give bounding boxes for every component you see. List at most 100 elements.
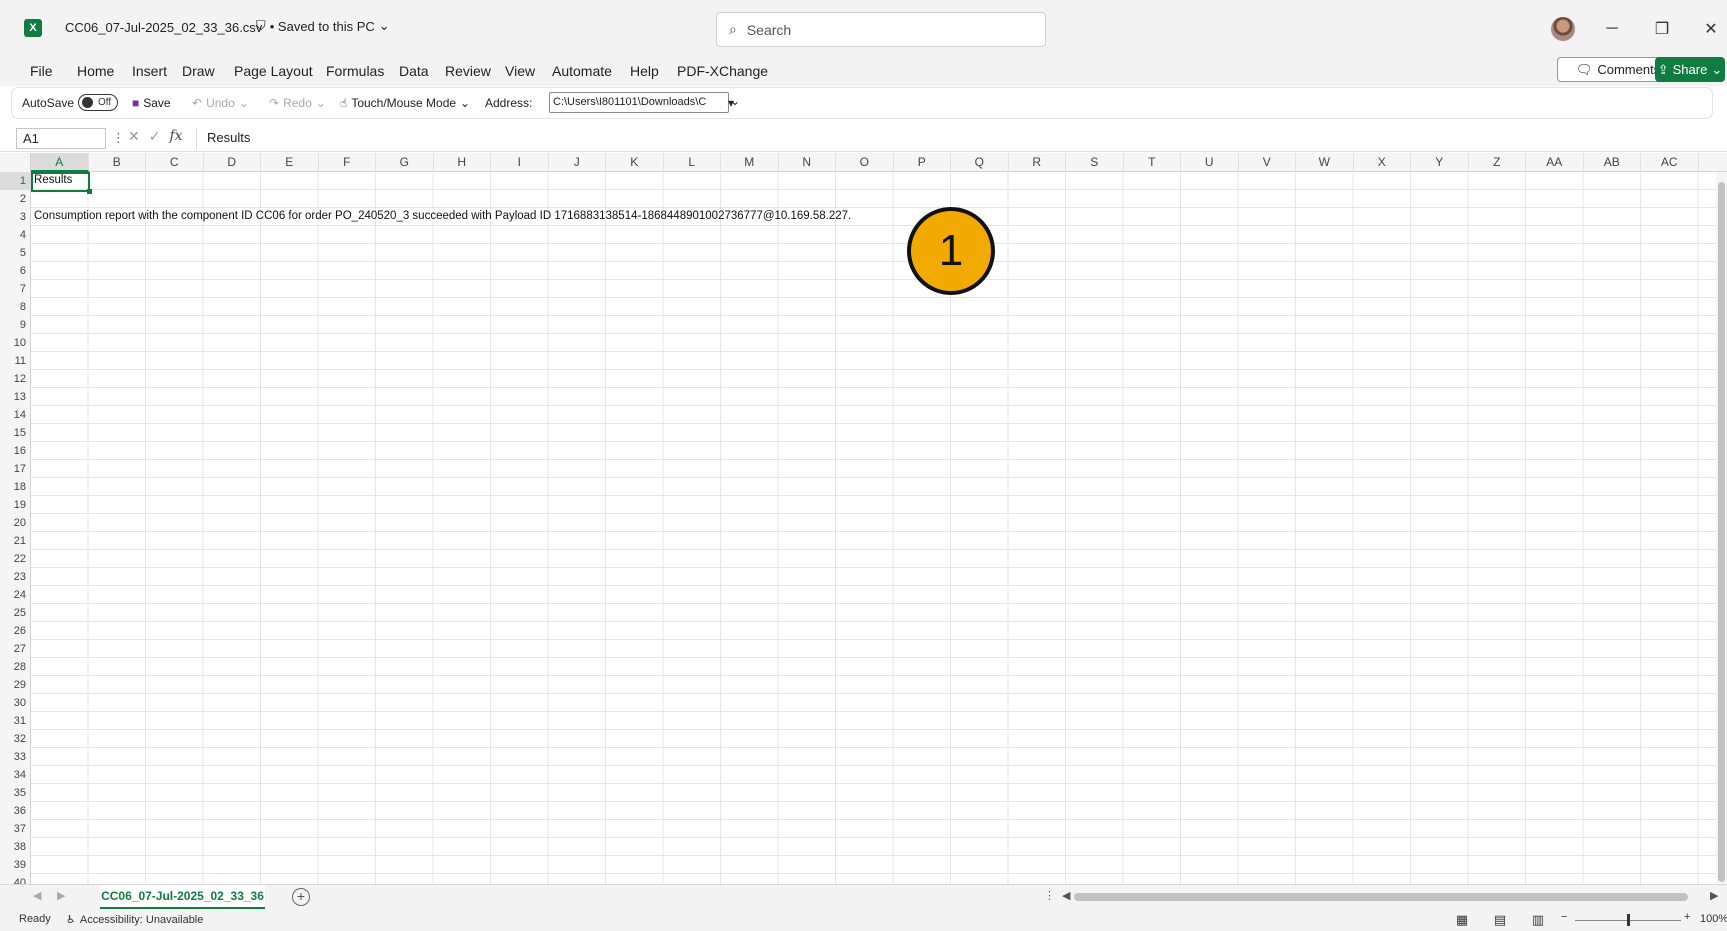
touch-mouse-mode-button[interactable]: ☝ Touch/Mouse Mode ⌄ — [340, 96, 470, 110]
close-button[interactable]: ✕ — [1696, 14, 1726, 44]
function-icon[interactable]: fx — [169, 128, 182, 145]
row-header[interactable]: 1 — [0, 172, 31, 190]
column-header[interactable]: Q — [951, 153, 1009, 172]
scroll-left-icon[interactable]: ◀ — [1062, 889, 1070, 902]
column-header[interactable]: J — [549, 153, 606, 172]
row-header[interactable]: 9 — [0, 316, 31, 334]
column-header[interactable]: F — [319, 153, 376, 172]
row-header[interactable]: 13 — [0, 388, 31, 406]
row-header[interactable]: 18 — [0, 478, 31, 496]
restore-button[interactable]: ❐ — [1647, 14, 1677, 44]
row-header[interactable]: 35 — [0, 784, 31, 802]
tab-view[interactable]: View — [505, 63, 535, 79]
next-sheet-icon[interactable]: ▶ — [57, 889, 65, 902]
row-header[interactable]: 24 — [0, 586, 31, 604]
column-header[interactable]: A — [31, 153, 89, 172]
row-header[interactable]: 5 — [0, 244, 31, 262]
normal-view-icon[interactable]: ▦ — [1451, 912, 1473, 928]
tab-file[interactable]: File — [30, 63, 53, 79]
search-box[interactable]: ⌕ Search — [716, 12, 1046, 47]
column-header[interactable]: D — [204, 153, 261, 172]
accessibility-status[interactable]: ♿ Accessibility: Unavailable — [66, 913, 203, 927]
cell-a3[interactable]: Consumption report with the component ID… — [34, 210, 851, 222]
row-header[interactable]: 17 — [0, 460, 31, 478]
address-input[interactable]: C:\Users\I801101\Downloads\C — [549, 92, 729, 113]
tab-insert[interactable]: Insert — [132, 63, 167, 79]
column-header[interactable]: N — [779, 153, 836, 172]
column-header[interactable]: U — [1181, 153, 1239, 172]
select-all-corner[interactable] — [0, 153, 31, 172]
more-icon[interactable]: ⋮ — [1044, 889, 1055, 902]
column-header[interactable]: S — [1066, 153, 1124, 172]
row-header[interactable]: 23 — [0, 568, 31, 586]
scroll-right-icon[interactable]: ▶ — [1710, 889, 1718, 902]
tab-draw[interactable]: Draw — [182, 63, 215, 79]
row-header[interactable]: 37 — [0, 820, 31, 838]
column-header[interactable]: AC — [1641, 153, 1699, 172]
column-header[interactable]: AB — [1584, 153, 1641, 172]
row-header[interactable]: 12 — [0, 370, 31, 388]
row-header[interactable]: 14 — [0, 406, 31, 424]
minimize-button[interactable]: ─ — [1597, 14, 1627, 44]
page-layout-view-icon[interactable]: ▤ — [1489, 912, 1511, 928]
tab-data[interactable]: Data — [399, 63, 429, 79]
name-box[interactable]: A1 — [16, 128, 106, 149]
row-header[interactable]: 32 — [0, 730, 31, 748]
save-status[interactable]: ⛉ • Saved to this PC ⌄ — [256, 18, 390, 34]
column-header[interactable]: V — [1239, 153, 1296, 172]
column-header[interactable]: K — [606, 153, 664, 172]
column-header[interactable]: M — [721, 153, 779, 172]
column-header[interactable]: O — [836, 153, 894, 172]
row-header[interactable]: 38 — [0, 838, 31, 856]
tab-home[interactable]: Home — [77, 63, 114, 79]
vertical-scroll-thumb[interactable] — [1718, 182, 1725, 882]
avatar[interactable] — [1551, 17, 1575, 41]
row-header[interactable]: 30 — [0, 694, 31, 712]
column-header[interactable]: E — [261, 153, 319, 172]
tab-review[interactable]: Review — [445, 63, 491, 79]
column-header[interactable]: H — [434, 153, 491, 172]
column-header[interactable]: AA — [1526, 153, 1584, 172]
row-header[interactable]: 21 — [0, 532, 31, 550]
column-header[interactable]: R — [1009, 153, 1066, 172]
column-header[interactable]: C — [146, 153, 204, 172]
row-header[interactable]: 8 — [0, 298, 31, 316]
row-header[interactable]: 10 — [0, 334, 31, 352]
row-header[interactable]: 7 — [0, 280, 31, 298]
column-header[interactable]: P — [894, 153, 951, 172]
column-header[interactable]: G — [376, 153, 434, 172]
tab-help[interactable]: Help — [630, 63, 659, 79]
row-header[interactable]: 28 — [0, 658, 31, 676]
column-header[interactable]: T — [1124, 153, 1181, 172]
row-header[interactable]: 34 — [0, 766, 31, 784]
row-header[interactable]: 4 — [0, 226, 31, 244]
more-icon[interactable]: ⋮ — [112, 130, 125, 146]
zoom-out-button[interactable]: − — [1561, 911, 1567, 923]
row-header[interactable]: 15 — [0, 424, 31, 442]
row-header[interactable]: 39 — [0, 856, 31, 874]
column-header[interactable]: L — [664, 153, 721, 172]
column-header[interactable]: Z — [1469, 153, 1526, 172]
row-header[interactable]: 3 — [0, 208, 31, 226]
document-title[interactable]: CC06_07-Jul-2025_02_33_36.csv — [65, 20, 262, 35]
row-header[interactable]: 26 — [0, 622, 31, 640]
check-icon[interactable]: ✓ — [149, 128, 161, 145]
column-header[interactable]: Y — [1411, 153, 1469, 172]
tab-automate[interactable]: Automate — [552, 63, 612, 79]
undo-button[interactable]: ↶ Undo ⌄ — [192, 96, 249, 110]
row-header[interactable]: 20 — [0, 514, 31, 532]
zoom-level[interactable]: 100% — [1700, 913, 1727, 925]
tab-pdf-xchange[interactable]: PDF-XChange — [677, 63, 768, 79]
row-header[interactable]: 27 — [0, 640, 31, 658]
redo-button[interactable]: ↷ Redo ⌄ — [269, 96, 326, 110]
cancel-icon[interactable]: ✕ — [128, 128, 140, 145]
column-header[interactable]: X — [1354, 153, 1411, 172]
prev-sheet-icon[interactable]: ◀ — [33, 889, 41, 902]
row-header[interactable]: 11 — [0, 352, 31, 370]
column-header[interactable]: W — [1296, 153, 1354, 172]
save-button[interactable]: ■ Save — [132, 96, 171, 110]
row-header[interactable]: 29 — [0, 676, 31, 694]
zoom-slider-thumb[interactable] — [1627, 914, 1630, 926]
sheet-tab-active[interactable]: CC06_07-Jul-2025_02_33_36 — [100, 885, 265, 909]
customize-toolbar-icon[interactable]: ▾ — [728, 96, 734, 110]
